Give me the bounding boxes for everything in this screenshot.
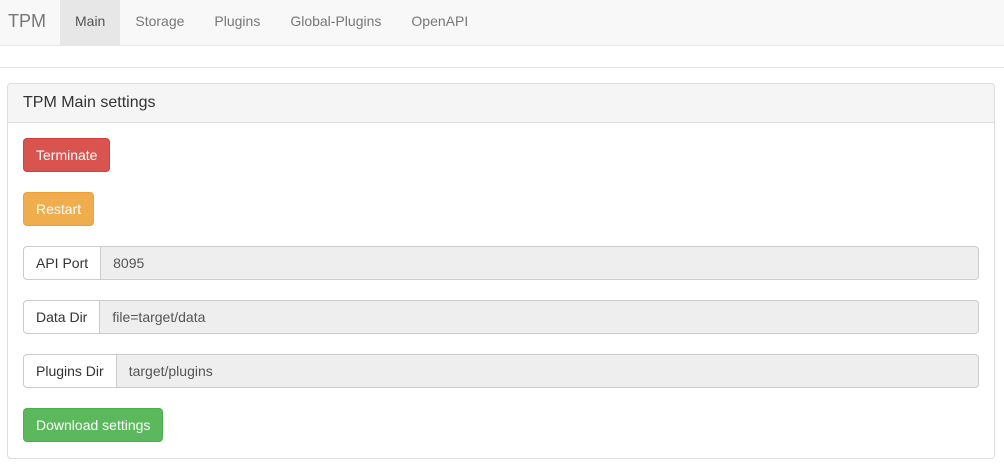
data-dir-field: file=target/data xyxy=(99,300,979,334)
divider xyxy=(0,67,1004,68)
nav-tab-global-plugins[interactable]: Global-Plugins xyxy=(275,0,396,45)
main-settings-panel: TPM Main settings Terminate Restart API … xyxy=(7,83,995,459)
data-dir-label: Data Dir xyxy=(23,300,100,334)
restart-button[interactable]: Restart xyxy=(23,192,95,226)
main-nav: Main Storage Plugins Global-Plugins Open… xyxy=(60,0,483,45)
nav-tab-plugins[interactable]: Plugins xyxy=(199,0,275,45)
top-navbar: TPM Main Storage Plugins Global-Plugins … xyxy=(0,0,1004,46)
plugins-dir-field: target/plugins xyxy=(115,354,979,388)
api-port-field: 8095 xyxy=(100,246,979,280)
plugins-dir-group: Plugins Dir target/plugins xyxy=(23,354,979,388)
brand-logo[interactable]: TPM xyxy=(0,0,54,45)
nav-tab-main[interactable]: Main xyxy=(60,0,121,45)
download-settings-button[interactable]: Download settings xyxy=(23,408,164,442)
panel-title: TPM Main settings xyxy=(8,84,994,123)
terminate-button[interactable]: Terminate xyxy=(23,138,111,172)
nav-tab-storage[interactable]: Storage xyxy=(120,0,199,45)
nav-tab-openapi[interactable]: OpenAPI xyxy=(396,0,483,45)
api-port-group: API Port 8095 xyxy=(23,246,979,280)
plugins-dir-label: Plugins Dir xyxy=(23,354,116,388)
data-dir-group: Data Dir file=target/data xyxy=(23,300,979,334)
api-port-label: API Port xyxy=(23,246,101,280)
